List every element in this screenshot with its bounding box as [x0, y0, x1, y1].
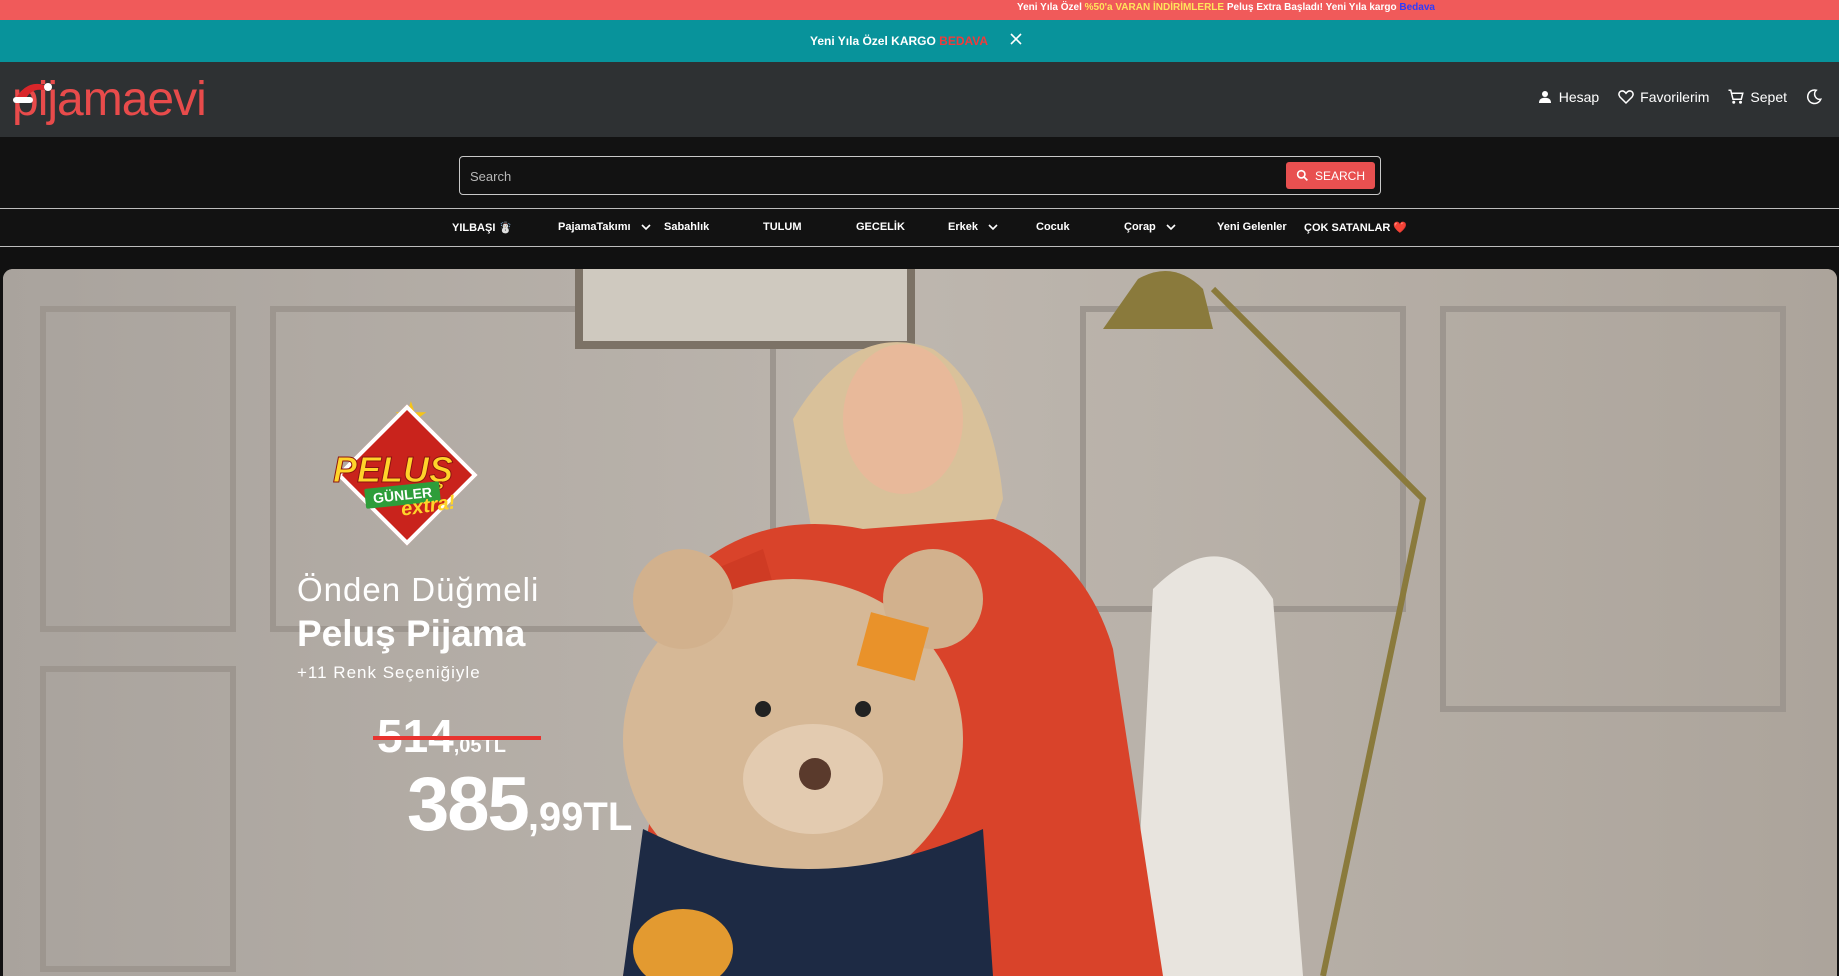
- hero-line-1: Önden Düğmeli: [297, 571, 540, 608]
- search-input[interactable]: [470, 166, 1270, 186]
- promo-bar: Yeni Yıla Özel KARGO BEDAVA: [0, 20, 1839, 62]
- nav-item-tulum[interactable]: TULUM: [763, 221, 802, 233]
- hero-copy: Önden Düğmeli Peluş Pijama +11 Renk Seçe…: [297, 571, 539, 683]
- chevron-down-icon: [988, 224, 998, 231]
- person-icon: [1538, 91, 1551, 103]
- nav-label: TULUM: [763, 221, 802, 233]
- cart-icon: [1728, 89, 1745, 104]
- plush-days-badge: ★ PELUŞ GÜNLER extra!: [327, 397, 497, 546]
- chevron-down-icon: [640, 224, 651, 231]
- announcement-part-2: Peluş Extra Başladı! Yeni Yıla kargo: [1224, 2, 1400, 13]
- main-nav: YILBAŞI ☃️ PajamaTakımı Sabahlık TULUM G…: [0, 209, 1839, 247]
- heart-icon: [1618, 90, 1635, 105]
- top-announcement-bar: Yeni Yıla Özel %50'a VARAN İNDİRİMLERLE …: [0, 0, 1839, 20]
- new-price-main: 385: [407, 762, 530, 847]
- search-button[interactable]: SEARCH: [1286, 162, 1375, 189]
- close-icon[interactable]: [1008, 31, 1024, 47]
- nav-label: Yeni Gelenler: [1217, 221, 1287, 233]
- nav-label: PajamaTakımı: [558, 221, 631, 233]
- search-bar: SEARCH: [0, 137, 1839, 209]
- search-box: SEARCH: [459, 156, 1381, 195]
- announcement-highlight: %50'a VARAN İNDİRİMLERLE: [1084, 2, 1225, 13]
- hero-line-3: +11 Renk Seçeniğiyle: [297, 663, 481, 682]
- nav-item-yeni-gelenler[interactable]: Yeni Gelenler: [1217, 221, 1287, 233]
- new-price: 385,99TL: [407, 761, 632, 848]
- price-strikethrough: [373, 736, 541, 740]
- search-button-label: SEARCH: [1314, 168, 1365, 183]
- nav-label: Sabahlık: [664, 221, 710, 233]
- announcement-link[interactable]: Bedava: [1399, 2, 1435, 13]
- nav-label: Cocuk: [1036, 221, 1070, 233]
- nav-item-corap[interactable]: Çorap: [1124, 221, 1176, 233]
- nav-item-cok-satanlar[interactable]: ÇOK SATANLAR ❤️: [1304, 221, 1407, 234]
- nav-item-yilbasi[interactable]: YILBAŞI ☃️: [452, 221, 512, 234]
- site-logo[interactable]: pijamaevi: [12, 76, 222, 126]
- nav-label: YILBAŞI ☃️: [452, 222, 513, 234]
- site-header: pijamaevi Hesap Favorilerim Sepet: [0, 62, 1839, 137]
- nav-item-pijamatakimi[interactable]: PajamaTakımı: [558, 221, 651, 233]
- account-link[interactable]: Hesap: [1536, 88, 1599, 106]
- header-links: Hesap Favorilerim Sepet: [1536, 88, 1823, 106]
- nav-label: GECELİK: [856, 221, 905, 233]
- hero-banner[interactable]: ★ PELUŞ GÜNLER extra! Önden Düğmeli Pelu…: [3, 269, 1837, 976]
- cart-link[interactable]: Sepet: [1727, 88, 1787, 106]
- santa-hat-icon: [13, 83, 52, 103]
- chevron-down-icon: [1166, 224, 1176, 231]
- nav-label: Erkek: [948, 221, 978, 233]
- hero-background: [3, 269, 1837, 976]
- favorites-link[interactable]: Favorilerim: [1617, 88, 1709, 106]
- promo-text: Yeni Yıla Özel KARGO BEDAVA: [810, 34, 988, 48]
- account-label: Hesap: [1558, 89, 1600, 105]
- top-announcement-text: Yeni Yıla Özel %50'a VARAN İNDİRİMLERLE …: [1017, 2, 1435, 13]
- nav-item-sabahlik[interactable]: Sabahlık: [664, 221, 709, 233]
- nav-item-cocuk[interactable]: Cocuk: [1036, 221, 1070, 233]
- cart-label: Sepet: [1750, 89, 1787, 105]
- announcement-part-1: Yeni Yıla Özel: [1017, 2, 1085, 13]
- nav-item-gecelik[interactable]: GECELİK: [856, 221, 905, 233]
- promo-highlight: BEDAVA: [939, 34, 989, 48]
- theme-toggle[interactable]: [1805, 88, 1823, 106]
- promo-label: Yeni Yıla Özel KARGO: [810, 34, 940, 48]
- new-price-small: ,99TL: [527, 795, 633, 839]
- hero-line-2: Peluş Pijama: [297, 613, 526, 654]
- search-icon: [1296, 169, 1308, 181]
- nav-label: ÇOK SATANLAR ❤️: [1304, 222, 1408, 234]
- nav-label: Çorap: [1124, 221, 1156, 233]
- moon-icon: [1806, 89, 1822, 105]
- favorites-label: Favorilerim: [1640, 89, 1710, 105]
- nav-item-erkek[interactable]: Erkek: [948, 221, 998, 233]
